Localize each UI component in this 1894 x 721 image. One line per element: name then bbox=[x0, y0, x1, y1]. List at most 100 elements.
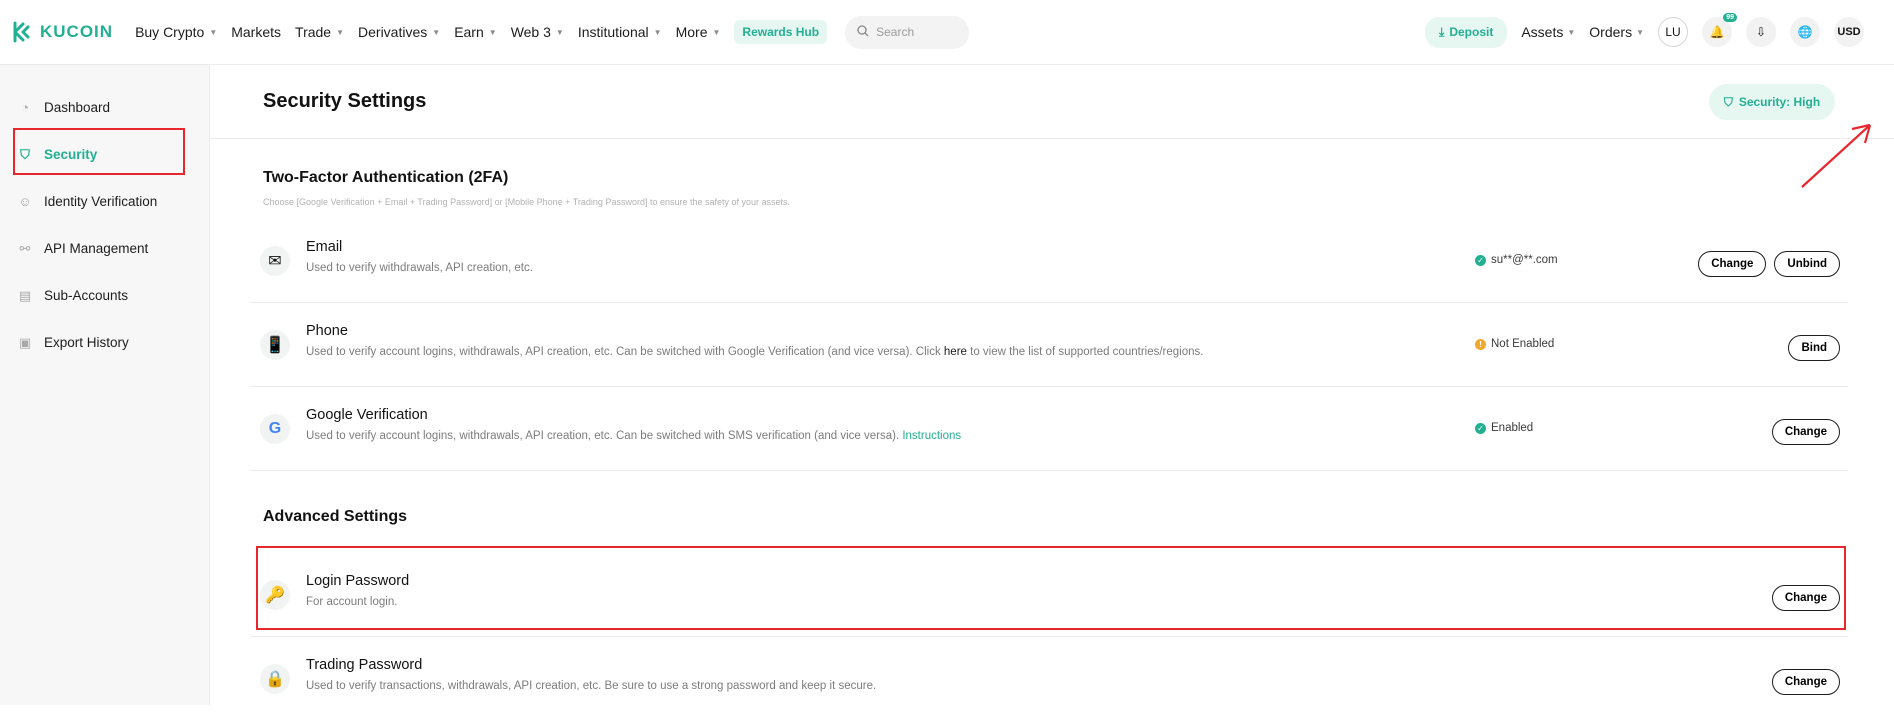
search-input[interactable]: Search bbox=[845, 15, 970, 49]
desc-text: Used to verify account logins, withdrawa… bbox=[306, 346, 944, 358]
check-circle-icon: ✓ bbox=[1475, 422, 1486, 434]
setting-name: Email bbox=[306, 239, 343, 255]
sidebar-item-label: Export History bbox=[44, 335, 129, 350]
top-navigation-bar: KUCOIN Buy Crypto ▼ Markets Trade ▼ Deriva… bbox=[0, 0, 1894, 65]
currency-button[interactable]: USD bbox=[1834, 17, 1864, 47]
advanced-settings-heading: Advanced Settings bbox=[263, 508, 408, 525]
desc-text: Used to verify account logins, withdrawa… bbox=[306, 430, 903, 442]
sidebar-item-export-history[interactable]: ▣ Export History bbox=[0, 319, 209, 366]
nav-label: More bbox=[675, 24, 708, 40]
setting-description: Used to verify transactions, withdrawals… bbox=[306, 680, 877, 692]
phone-icon: 📱 bbox=[260, 330, 290, 360]
google-change-button[interactable]: Change bbox=[1771, 419, 1840, 445]
deposit-button[interactable]: ⤓ Deposit bbox=[1425, 16, 1508, 48]
orders-label: Orders bbox=[1589, 24, 1633, 40]
list-item-email: ✉ Email Used to verify withdrawals, API … bbox=[250, 219, 1848, 303]
language-button[interactable]: 🌐 bbox=[1790, 17, 1820, 47]
setting-description: Used to verify withdrawals, API creation… bbox=[306, 262, 533, 274]
sidebar-item-identity-verification[interactable]: ☺ Identity Verification bbox=[0, 178, 209, 225]
bell-icon: 🔔 bbox=[1709, 25, 1725, 39]
logo-text: KUCOIN bbox=[40, 22, 114, 41]
nav-earn[interactable]: Earn ▼ bbox=[454, 24, 497, 40]
trading-password-change-button[interactable]: Change bbox=[1771, 669, 1840, 695]
instructions-link[interactable]: Instructions bbox=[902, 430, 961, 442]
chevron-down-icon: ▼ bbox=[653, 27, 662, 37]
nav-label: Buy Crypto bbox=[135, 24, 205, 40]
nav-more[interactable]: More ▼ bbox=[676, 24, 721, 40]
twofa-heading: Two-Factor Authentication (2FA) bbox=[263, 169, 509, 186]
sidebar-item-dashboard[interactable]: ◔ Dashboard bbox=[0, 84, 209, 131]
lock-icon: 🔒 bbox=[260, 664, 290, 694]
globe-icon: 🌐 bbox=[1797, 25, 1813, 39]
assets-label: Assets bbox=[1521, 24, 1564, 40]
nav-label: Institutional bbox=[577, 24, 649, 40]
security-level-badge: ⛉ Security: High bbox=[1709, 84, 1835, 120]
clipboard-icon: ▣ bbox=[18, 334, 32, 350]
setting-name: Phone bbox=[306, 323, 348, 339]
highlight-box-security bbox=[13, 128, 185, 175]
search-icon bbox=[857, 24, 869, 40]
sub-accounts-icon: ▤ bbox=[18, 287, 32, 303]
setting-name: Google Verification bbox=[306, 407, 428, 423]
phone-bind-button[interactable]: Bind bbox=[1788, 335, 1840, 361]
email-unbind-button[interactable]: Unbind bbox=[1774, 251, 1840, 277]
highlight-box-login-password bbox=[256, 546, 1846, 630]
status-text: su**@**.com bbox=[1491, 254, 1558, 266]
main-content: Security Settings ⛉ Security: High Two-F… bbox=[210, 65, 1894, 705]
chevron-down-icon: ▼ bbox=[488, 27, 497, 37]
header-right-group: ⤓ Deposit Assets ▼ Orders ▼ LU 🔔 99 ⇩ 🌐 US… bbox=[1425, 0, 1864, 64]
nav-web3[interactable]: Web 3 ▼ bbox=[511, 24, 564, 40]
status-badge: ✓ Enabled bbox=[1475, 422, 1533, 434]
desc-text: to view the list of supported countries/… bbox=[966, 346, 1204, 358]
warning-icon: ! bbox=[1475, 338, 1486, 350]
nav-buy-crypto[interactable]: Buy Crypto ▼ bbox=[135, 24, 217, 40]
rewards-hub-button[interactable]: Rewards Hub bbox=[734, 20, 828, 44]
nav-institutional[interactable]: Institutional ▼ bbox=[578, 24, 662, 40]
deposit-label: Deposit bbox=[1449, 25, 1494, 39]
sidebar-item-label: Identity Verification bbox=[44, 194, 158, 209]
email-icon: ✉ bbox=[260, 246, 290, 276]
chevron-down-icon: ▼ bbox=[712, 27, 721, 37]
download-icon: ⤓ bbox=[1439, 24, 1445, 39]
chevron-down-icon: ▼ bbox=[1567, 27, 1576, 37]
here-link[interactable]: here bbox=[944, 346, 967, 358]
sidebar-item-sub-accounts[interactable]: ▤ Sub-Accounts bbox=[0, 272, 209, 319]
nav-label: Derivatives bbox=[358, 24, 428, 40]
status-text: Enabled bbox=[1491, 422, 1534, 434]
chevron-down-icon: ▼ bbox=[1636, 27, 1644, 37]
notifications-button[interactable]: 🔔 99 bbox=[1702, 13, 1737, 47]
nav-label: Trade bbox=[295, 24, 332, 40]
title-divider bbox=[210, 138, 1894, 139]
check-circle-icon: ✓ bbox=[1475, 254, 1486, 266]
download-box-icon: ⇩ bbox=[1755, 25, 1767, 39]
status-badge: ✓ su**@**.com bbox=[1475, 254, 1558, 266]
list-item-phone: 📱 Phone Used to verify account logins, w… bbox=[250, 303, 1848, 387]
assets-menu[interactable]: Assets ▼ bbox=[1521, 24, 1575, 40]
setting-description: Used to verify account logins, withdrawa… bbox=[306, 346, 1203, 358]
nav-label: Earn bbox=[454, 24, 484, 40]
nav-markets[interactable]: Markets bbox=[231, 24, 281, 40]
notification-badge: 99 bbox=[1723, 13, 1737, 22]
chevron-down-icon: ▼ bbox=[336, 27, 345, 37]
nav-label: Markets bbox=[231, 24, 282, 40]
orders-menu[interactable]: Orders ▼ bbox=[1589, 24, 1644, 40]
page-title: Security Settings bbox=[263, 90, 427, 112]
link-icon: ⚯ bbox=[19, 240, 31, 256]
sidebar-item-api-management[interactable]: ⚯ API Management bbox=[0, 225, 209, 272]
google-icon: G bbox=[260, 414, 290, 444]
avatar[interactable]: LU bbox=[1658, 17, 1688, 47]
list-item-google-verification: G Google Verification Used to verify acc… bbox=[250, 387, 1848, 471]
kucoin-logo-icon bbox=[13, 21, 30, 43]
download-app-button[interactable]: ⇩ bbox=[1746, 17, 1776, 47]
nav-derivatives[interactable]: Derivatives ▼ bbox=[358, 24, 440, 40]
user-id-icon: ☺ bbox=[18, 194, 32, 209]
main-nav: Buy Crypto ▼ Markets Trade ▼ Derivatives ▼ … bbox=[135, 20, 828, 44]
annotation-arrow bbox=[1801, 123, 1872, 188]
setting-name: Trading Password bbox=[306, 657, 423, 673]
email-change-button[interactable]: Change bbox=[1698, 251, 1767, 277]
kucoin-logo[interactable]: KUCOIN bbox=[12, 21, 113, 43]
pie-chart-icon: ◔ bbox=[21, 100, 29, 115]
nav-trade[interactable]: Trade ▼ bbox=[295, 24, 344, 40]
chevron-down-icon: ▼ bbox=[209, 27, 218, 37]
status-badge: ! Not Enabled bbox=[1475, 338, 1554, 350]
